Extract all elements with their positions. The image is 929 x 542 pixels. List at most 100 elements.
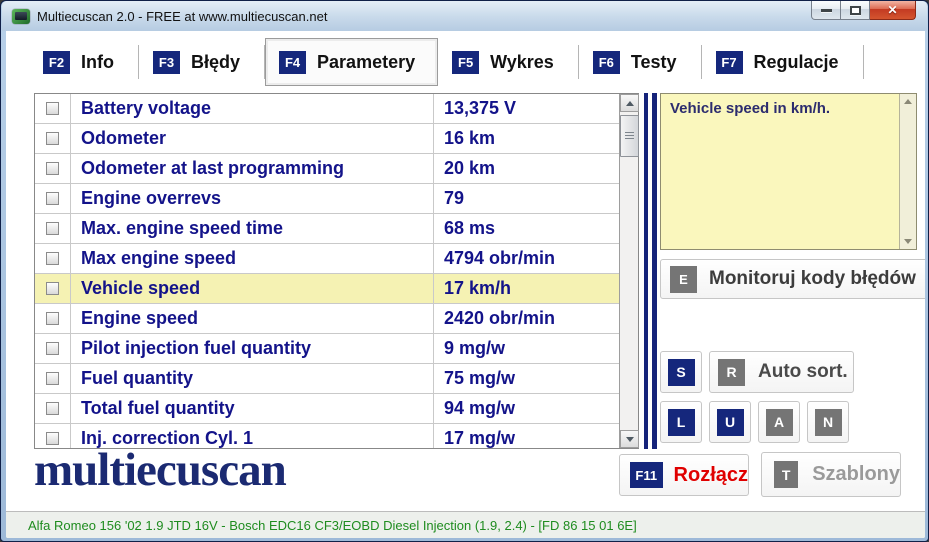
panel-splitter[interactable] <box>644 93 657 449</box>
info-box-scrollbar[interactable] <box>899 94 916 249</box>
key-badge-e: E <box>670 266 697 293</box>
fkey-badge: F2 <box>43 51 70 74</box>
status-bar: Alfa Romeo 156 '02 1.9 JTD 16V - Bosch E… <box>6 511 925 538</box>
parameter-value: 4794 obr/min <box>434 248 619 269</box>
parameter-row[interactable]: Engine overrevs79 <box>35 184 619 214</box>
parameter-row[interactable]: Max. engine speed time 68 ms <box>35 214 619 244</box>
disconnect-label: Rozłącz <box>674 464 748 487</box>
parameter-row[interactable]: Max engine speed 4794 obr/min <box>35 244 619 274</box>
info-scroll-up-button[interactable] <box>900 94 915 109</box>
checkbox-cell <box>35 214 71 243</box>
select-none-button[interactable]: N <box>807 401 849 443</box>
parameter-value: 17 km/h <box>434 278 619 299</box>
close-icon: ✕ <box>887 4 897 16</box>
templates-button[interactable]: T Szablony <box>761 452 901 497</box>
parameter-name-cell: Engine overrevs <box>71 184 434 213</box>
parameter-name-cell: Max engine speed <box>71 244 434 273</box>
multiecuscan-logo: multiecuscan <box>34 443 286 497</box>
fkey-badge: F6 <box>593 51 620 74</box>
checkbox-cell <box>35 364 71 393</box>
info-scroll-down-button[interactable] <box>900 234 915 249</box>
tab-wykres[interactable]: F5Wykres <box>438 45 579 79</box>
parameter-description: Vehicle speed in km/h. <box>661 94 899 249</box>
parameter-row[interactable]: Vehicle speed 17 km/h <box>35 274 619 304</box>
row-checkbox[interactable] <box>46 342 59 355</box>
tab-parametery[interactable]: F4Parametery <box>265 38 438 86</box>
parameter-value: 16 km <box>434 128 619 149</box>
row-checkbox[interactable] <box>46 372 59 385</box>
checkbox-cell <box>35 274 71 303</box>
tab-testy[interactable]: F6 Testy <box>579 45 702 79</box>
scroll-up-button[interactable] <box>620 94 639 112</box>
row-checkbox[interactable] <box>46 222 59 235</box>
arrow-up-icon <box>626 101 634 106</box>
row-checkbox[interactable] <box>46 252 59 265</box>
unload-button[interactable]: U <box>709 401 751 443</box>
parameter-value: 9 mg/w <box>434 338 619 359</box>
key-badge-u: U <box>717 409 744 436</box>
checkbox-cell <box>35 184 71 213</box>
fkey-badge: F3 <box>153 51 180 74</box>
key-badge-l: L <box>668 409 695 436</box>
parameter-row[interactable]: Total fuel quantity94 mg/w <box>35 394 619 424</box>
row-checkbox[interactable] <box>46 102 59 115</box>
vehicle-status-text: Alfa Romeo 156 '02 1.9 JTD 16V - Bosch E… <box>28 518 637 533</box>
parameter-value: 68 ms <box>434 218 619 239</box>
tab-label: Błędy <box>191 52 240 73</box>
tab-label: Testy <box>631 52 677 73</box>
checkbox-cell <box>35 94 71 123</box>
parameter-name: Max engine speed <box>81 248 236 269</box>
monitor-button-label: Monitoruj kody błędów <box>709 268 916 290</box>
load-button[interactable]: L <box>660 401 702 443</box>
parameter-info-box: Vehicle speed in km/h. <box>660 93 917 250</box>
minimize-button[interactable] <box>811 1 841 20</box>
parameter-name: Pilot injection fuel quantity <box>81 338 311 359</box>
close-button[interactable]: ✕ <box>870 1 916 20</box>
parameter-row[interactable]: Pilot injection fuel quantity 9 mg/w <box>35 334 619 364</box>
parameter-name-cell: Battery voltage <box>71 94 434 123</box>
parameter-row[interactable]: Battery voltage13,375 V <box>35 94 619 124</box>
sort-button[interactable]: S <box>660 351 702 393</box>
tab-błędy[interactable]: F3 Błędy <box>139 45 265 79</box>
row-checkbox[interactable] <box>46 192 59 205</box>
parameter-row[interactable]: Odometer16 km <box>35 124 619 154</box>
arrow-down-icon <box>904 239 912 244</box>
parameter-value: 13,375 V <box>434 98 619 119</box>
key-badge-t: T <box>774 461 798 488</box>
tab-label: Parametery <box>317 52 415 73</box>
tab-info[interactable]: F2Info <box>29 45 139 79</box>
checkbox-cell <box>35 244 71 273</box>
tab-bar: F2Info F3 Błędy F4ParameteryF5Wykres F6 Testy… <box>29 37 864 87</box>
fkey-badge: F7 <box>716 51 743 74</box>
parameter-rows: Battery voltage13,375 VOdometer16 kmOdom… <box>35 94 619 448</box>
scroll-down-button[interactable] <box>620 430 639 448</box>
key-badge-r: R <box>718 359 745 386</box>
maximize-button[interactable] <box>841 1 870 20</box>
parameter-name: Vehicle speed <box>81 278 200 299</box>
disconnect-button[interactable]: F11 Rozłącz <box>619 454 749 496</box>
row-checkbox[interactable] <box>46 162 59 175</box>
parameter-name-cell: Engine speed <box>71 304 434 333</box>
select-all-button[interactable]: A <box>758 401 800 443</box>
parameter-row[interactable]: Fuel quantity75 mg/w <box>35 364 619 394</box>
arrow-up-icon <box>904 99 912 104</box>
monitor-error-codes-button[interactable]: E Monitoruj kody błędów <box>660 259 925 299</box>
scrollbar-thumb[interactable] <box>620 115 639 157</box>
parameter-name-cell: Fuel quantity <box>71 364 434 393</box>
arrow-down-icon <box>626 437 634 442</box>
tab-label: Regulacje <box>754 52 839 73</box>
row-checkbox[interactable] <box>46 402 59 415</box>
checkbox-cell <box>35 304 71 333</box>
auto-sort-button[interactable]: R Auto sort. <box>709 351 854 393</box>
tab-regulacje[interactable]: F7 Regulacje <box>702 45 864 79</box>
row-checkbox[interactable] <box>46 282 59 295</box>
table-scrollbar[interactable] <box>619 94 638 448</box>
parameter-row[interactable]: Odometer at last programming20 km <box>35 154 619 184</box>
row-checkbox[interactable] <box>46 312 59 325</box>
parameter-name-cell: Odometer <box>71 124 434 153</box>
checkbox-cell <box>35 124 71 153</box>
parameter-row[interactable]: Engine speed2420 obr/min <box>35 304 619 334</box>
window-title: Multiecuscan 2.0 - FREE at www.multiecus… <box>37 9 327 24</box>
row-checkbox[interactable] <box>46 132 59 145</box>
parameter-name: Max. engine speed time <box>81 218 283 239</box>
